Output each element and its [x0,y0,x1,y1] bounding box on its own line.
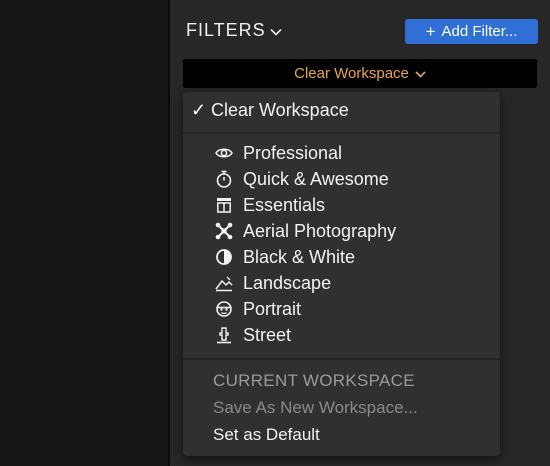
menu-item-street[interactable]: Street [213,322,500,348]
add-filter-label: Add Filter... [441,23,518,40]
workspace-select-label: Clear Workspace [294,65,409,82]
chevron-down-icon [415,70,426,78]
current-workspace-header: CURRENT WORKSPACE [213,371,415,390]
menu-item-portrait[interactable]: Portrait [213,296,500,322]
columns-icon [213,194,235,216]
set-as-default-item[interactable]: Set as Default [213,425,320,445]
chevron-down-icon [270,28,282,36]
menu-divider [183,132,500,134]
menu-item-label: Quick & Awesome [243,168,389,189]
menu-item-essentials[interactable]: Essentials [213,192,500,218]
left-pane [0,0,168,466]
menu-item-label: Aerial Photography [243,220,397,241]
half-circle-icon [213,246,235,268]
menu-item-label: Clear Workspace [211,99,349,120]
menu-item-label: Professional [243,142,343,163]
menu-item-clear-workspace[interactable]: ✓ Clear Workspace [183,97,500,123]
menu-divider [183,358,500,360]
checkmark-icon: ✓ [191,99,207,120]
menu-item-landscape[interactable]: Landscape [213,270,500,296]
menu-item-aerial-photography[interactable]: Aerial Photography [213,218,500,244]
workspace-dropdown-menu: ✓ Clear Workspace Professional Quick & A… [183,92,500,456]
menu-item-label: Landscape [243,272,332,293]
eye-icon [213,142,235,164]
face-icon [213,298,235,320]
menu-item-label: Street [243,324,292,345]
workspace-select[interactable]: Clear Workspace [183,59,537,88]
mountain-icon [213,272,235,294]
drone-icon [213,220,235,242]
menu-item-label: Portrait [243,298,302,319]
filters-title: FILTERS [186,20,266,40]
menu-item-label: Essentials [243,194,326,215]
filters-header-toggle[interactable]: FILTERS [186,20,282,41]
save-as-new-workspace-item: Save As New Workspace... [213,398,418,417]
add-filter-button[interactable]: + Add Filter... [405,19,538,44]
hydrant-icon [213,324,235,346]
menu-item-professional[interactable]: Professional [213,140,500,166]
stopwatch-icon [213,168,235,190]
menu-item-label: Black & White [243,246,356,267]
menu-item-black-white[interactable]: Black & White [213,244,500,270]
menu-item-quick-awesome[interactable]: Quick & Awesome [213,166,500,192]
plus-icon: + [425,22,436,41]
